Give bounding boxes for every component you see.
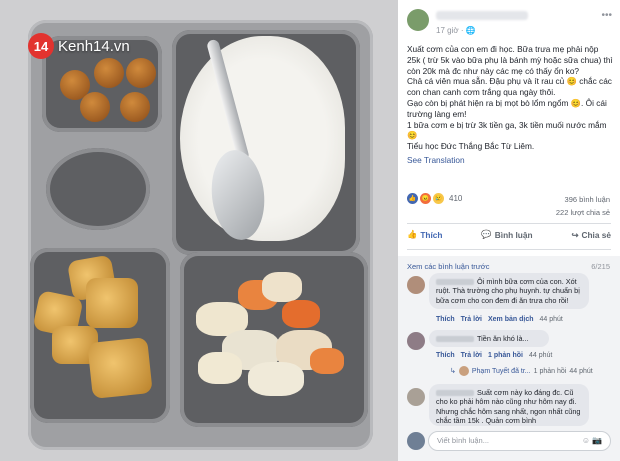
author-avatar[interactable] bbox=[407, 9, 429, 31]
radish-slice bbox=[262, 272, 302, 302]
fish-ball bbox=[94, 58, 124, 88]
carrot-slice bbox=[310, 348, 344, 374]
fish-ball bbox=[80, 92, 110, 122]
post-line: 1 bữa cơm e bị trừ 3k tiền ga, 3k tiền m… bbox=[407, 119, 607, 141]
globe-icon: 🌐 bbox=[465, 26, 476, 35]
fish-ball bbox=[120, 92, 150, 122]
comment-time: 44 phút bbox=[529, 352, 553, 359]
comment-like-link[interactable]: Thích bbox=[436, 352, 455, 359]
share-icon: ↪ bbox=[571, 229, 579, 240]
reply-arrow-icon: ↳ bbox=[450, 368, 456, 375]
comment-bubble: Suất cơm này ko đáng đc. Cũ cho ko phải … bbox=[429, 384, 589, 426]
post-line: Chả cá viên mua sẵn. Đậu phụ và ít rau c… bbox=[407, 76, 612, 98]
post-actions: 👍 Thích 💬 Bình luận ↪ Chia sẻ bbox=[407, 229, 611, 240]
kenh14-badge: 14 bbox=[28, 33, 54, 59]
tray-compartment-round bbox=[46, 148, 150, 230]
comments-counter: 6/215 bbox=[591, 262, 610, 271]
commenter-name-blurred[interactable] bbox=[436, 390, 474, 397]
comment-time: 44 phút bbox=[539, 316, 563, 323]
radish-slice bbox=[198, 352, 242, 384]
comment-actions: Thích Trả lời Xem bản dịch 44 phút bbox=[436, 316, 563, 323]
divider bbox=[407, 223, 611, 224]
comment-reply-link[interactable]: Trả lời bbox=[461, 316, 482, 323]
reply-count: 1 phản hồi bbox=[533, 367, 567, 375]
share-button[interactable]: ↪ Chia sẻ bbox=[572, 229, 611, 240]
replier-avatar bbox=[458, 366, 469, 376]
comment-text: Tiền ăn khó là... bbox=[477, 334, 529, 343]
commenter-name-blurred[interactable] bbox=[436, 279, 474, 286]
comment-bubble: Ôi mình bữa cơm của con. Xót ruột. Thà t… bbox=[429, 273, 589, 309]
comment-like-link[interactable]: Thích bbox=[436, 316, 455, 323]
see-translation-link[interactable]: See Translation bbox=[407, 155, 465, 165]
post-time-text: 17 giờ · bbox=[436, 26, 466, 35]
radish-slice bbox=[248, 362, 304, 396]
post-line: Gạo còn bị phát hiện ra bị mọt bò lổm ng… bbox=[407, 97, 607, 119]
kenh14-name: Kenh14.vn bbox=[58, 37, 130, 55]
post-line: Tiểu học Đức Thắng Bắc Từ Liêm. bbox=[407, 141, 535, 152]
fish-ball bbox=[126, 58, 156, 88]
like-reaction-icon: 👍 bbox=[407, 193, 418, 204]
reactions-count: 410 bbox=[449, 194, 463, 203]
write-comment-input[interactable]: Viết bình luận... ☺📷 bbox=[428, 431, 611, 451]
post-line: Xuất cơm của con em đi học. Bữa trưa mẹ … bbox=[407, 44, 613, 76]
my-avatar bbox=[407, 432, 425, 450]
comment-button[interactable]: 💬 Bình luận bbox=[481, 229, 532, 240]
comment-tools-icons[interactable]: ☺📷 bbox=[582, 432, 604, 450]
post: 17 giờ · 🌐 ••• Xuất cơm của con em đi họ… bbox=[398, 0, 620, 256]
view-previous-comments-link[interactable]: Xem các bình luận trước bbox=[407, 262, 489, 271]
post-text: Xuất cơm của con em đi học. Bữa trưa mẹ … bbox=[407, 44, 613, 152]
post-time[interactable]: 17 giờ · 🌐 bbox=[436, 26, 476, 35]
like-button[interactable]: 👍 Thích bbox=[407, 229, 442, 240]
kenh14-logo: 14 Kenh14.vn bbox=[28, 33, 130, 59]
replies-count-link[interactable]: 1 phản hồi bbox=[488, 352, 523, 359]
write-comment-placeholder: Viết bình luận... bbox=[437, 436, 489, 445]
commenter-avatar[interactable] bbox=[407, 276, 425, 294]
commenter-name-blurred[interactable] bbox=[436, 336, 474, 343]
like-label: Thích bbox=[420, 229, 443, 240]
see-translation-link[interactable]: Xem bản dịch bbox=[488, 316, 534, 323]
reply-name: Phạm Tuyết đã tr... bbox=[471, 367, 531, 375]
comment-reply-link[interactable]: Trả lời bbox=[461, 352, 482, 359]
tofu-piece bbox=[87, 337, 153, 399]
comment-icon: 💬 bbox=[481, 229, 492, 239]
post-photo[interactable]: 14 Kenh14.vn bbox=[0, 0, 398, 461]
thumbs-up-icon: 👍 bbox=[407, 229, 418, 239]
post-panel: 17 giờ · 🌐 ••• Xuất cơm của con em đi họ… bbox=[398, 0, 620, 461]
reply-time: 44 phút bbox=[569, 367, 593, 375]
comment-actions: Thích Trả lời 1 phản hồi 44 phút bbox=[436, 352, 552, 359]
comment-label: Bình luận bbox=[494, 229, 533, 240]
commenter-avatar[interactable] bbox=[407, 388, 425, 406]
share-label: Chia sẻ bbox=[581, 229, 611, 240]
comment-bubble: Tiền ăn khó là... bbox=[429, 330, 549, 348]
tofu-piece bbox=[86, 278, 138, 328]
comments-count[interactable]: 396 bình luận bbox=[556, 193, 610, 206]
more-options-icon[interactable]: ••• bbox=[601, 10, 612, 21]
shares-count[interactable]: 222 lượt chia sẻ bbox=[556, 206, 610, 219]
carrot-slice bbox=[282, 300, 320, 328]
angry-reaction-icon: 😠 bbox=[420, 193, 431, 204]
author-name-blurred[interactable] bbox=[436, 11, 528, 20]
reactions-summary[interactable]: 👍 😠 😢 410 bbox=[407, 193, 462, 204]
post-stats: 396 bình luận 222 lượt chia sẻ bbox=[556, 193, 610, 219]
reply-preview[interactable]: ↳ Phạm Tuyết đã tr... 1 phản hồi 44 phút bbox=[450, 366, 593, 376]
divider bbox=[407, 249, 611, 250]
sad-reaction-icon: 😢 bbox=[433, 193, 444, 204]
commenter-avatar[interactable] bbox=[407, 332, 425, 350]
